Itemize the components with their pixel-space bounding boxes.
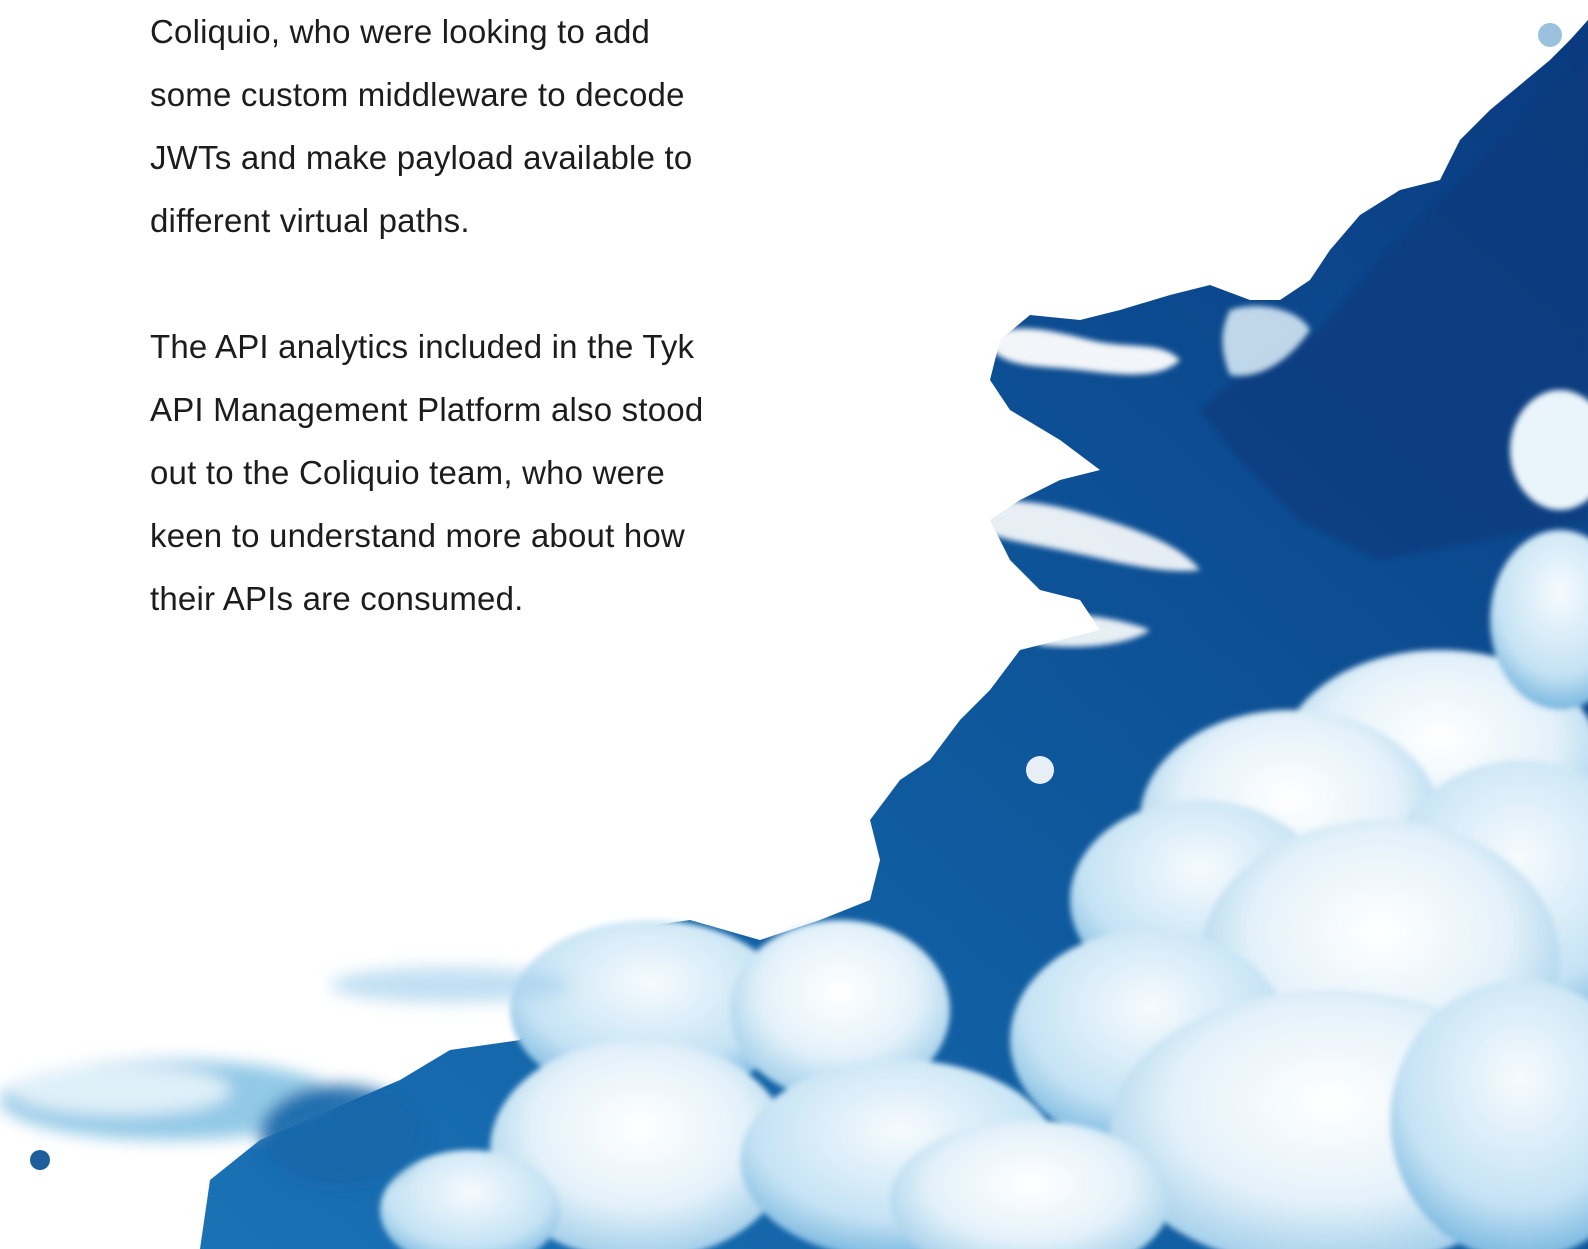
text-line: some custom middleware to decode [150, 76, 685, 113]
text-line: Coliquio, who were looking to add [150, 13, 651, 50]
fleck [1026, 756, 1054, 784]
text-line: API Management Platform also stood [150, 391, 704, 428]
text-line: their APIs are consumed. [150, 580, 524, 617]
fleck [1538, 23, 1562, 47]
wisp [910, 416, 990, 456]
text-line: The API analytics included in the Tyk [150, 328, 695, 365]
text-line: out to the Coliquio team, who were [150, 454, 665, 491]
paragraph-middleware: Coliquio, who were looking to add some c… [150, 0, 770, 252]
article-text: Coliquio, who were looking to add some c… [150, 0, 770, 630]
text-line: JWTs and make payload available to [150, 139, 693, 176]
text-line: different virtual paths. [150, 202, 470, 239]
page: Coliquio, who were looking to add some c… [0, 0, 1588, 1249]
text-line: keen to understand more about how [150, 517, 685, 554]
fleck [30, 1150, 50, 1170]
paragraph-analytics: The API analytics included in the Tyk AP… [150, 315, 770, 630]
